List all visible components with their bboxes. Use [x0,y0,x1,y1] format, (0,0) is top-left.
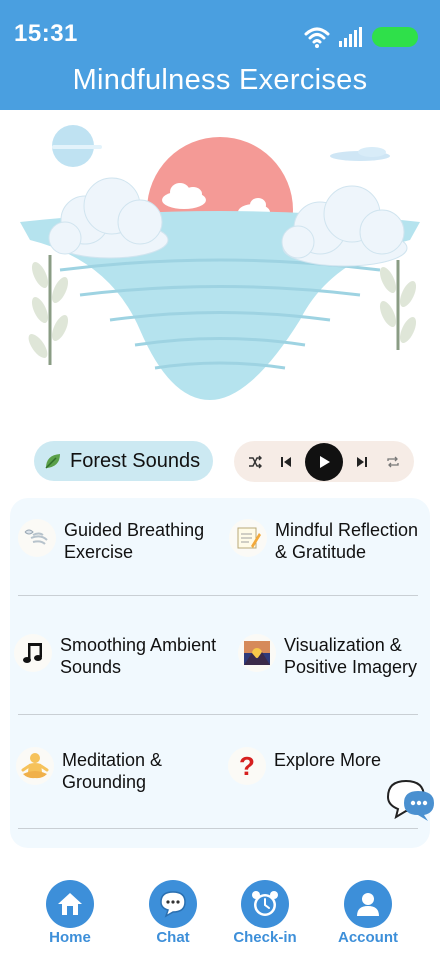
exercise-guided-breathing[interactable]: Guided Breathing Exercise [18,519,218,563]
meditation-person-icon [16,747,54,785]
exercise-ambient-sounds[interactable]: Smoothing Ambient Sounds [14,634,234,678]
leaf-icon [42,450,64,472]
distant-cloud-icon [330,147,390,161]
exercise-meditation-grounding[interactable]: Meditation & Grounding [16,747,216,793]
wifi-icon [304,26,330,48]
plant-left-icon [28,255,69,365]
exercise-label: Mindful Reflection & Gratitude [275,520,419,562]
play-button[interactable] [304,442,343,481]
plant-right-icon [379,260,417,350]
battery-icon [372,27,418,47]
exercise-visualization[interactable]: Visualization & Positive Imagery [238,634,430,678]
current-sound-chip[interactable]: Forest Sounds [34,441,213,481]
nav-checkin[interactable]: Check-in [225,880,305,946]
repeat-icon[interactable] [382,451,404,473]
app-header: 15:31 Mindfulness Exercises [0,0,440,110]
exercise-label: Visualization & Positive Imagery [284,635,418,677]
exercise-label: Smoothing Ambient Sounds [60,635,217,677]
home-icon [46,880,94,928]
cellular-signal-icon [338,26,364,48]
grid-divider [18,828,418,829]
moon-icon [52,125,102,167]
alarm-clock-icon [241,880,289,928]
question-mark-icon: ? [228,747,266,785]
breath-icon [18,519,56,557]
shuffle-icon[interactable] [244,451,266,473]
previous-track-icon[interactable] [275,451,297,473]
music-note-icon [14,634,52,672]
nav-home[interactable]: Home [30,880,110,946]
grid-divider [18,714,418,715]
nav-label: Home [49,929,91,946]
nav-label: Chat [156,929,190,946]
exercise-mindful-reflection[interactable]: Mindful Reflection & Gratitude [229,519,429,563]
chat-icon [149,880,197,928]
user-icon [344,880,392,928]
next-track-icon[interactable] [351,451,373,473]
current-sound-label: Forest Sounds [70,449,201,472]
nav-account[interactable]: Account [328,880,408,946]
nav-label: Check-in [233,929,297,946]
memo-icon [229,519,267,557]
exercise-label: Explore More [274,750,382,770]
status-icons [304,26,418,48]
grid-divider [18,595,418,596]
hero-illustration [0,110,440,430]
exercise-label: Meditation & Grounding [62,750,163,792]
audio-player [234,441,414,482]
sunrise-picture-icon [238,634,276,672]
page-title: Mindfulness Exercises [72,64,368,96]
cloud-right-icon [281,185,408,267]
chat-support-icon[interactable] [384,777,438,823]
nav-chat[interactable]: Chat [133,880,213,946]
bottom-nav: Home Chat Check-in Account [0,878,440,956]
nav-label: Account [338,929,398,946]
exercise-label: Guided Breathing Exercise [64,520,205,562]
status-time: 15:31 [14,20,78,47]
